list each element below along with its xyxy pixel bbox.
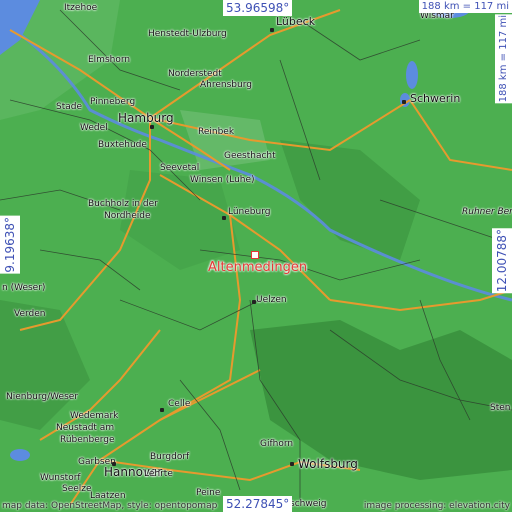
city-label: schweig bbox=[290, 499, 327, 509]
place-label: Altenmedingen bbox=[208, 260, 308, 275]
city-label: Peine bbox=[196, 488, 221, 498]
city-label: Gifhorn bbox=[260, 439, 294, 449]
latitude-bottom-label: 52.27845° bbox=[223, 496, 293, 512]
city-label: Uelzen bbox=[256, 295, 287, 305]
city-dot bbox=[290, 462, 294, 466]
city-label: Ahrensburg bbox=[200, 80, 252, 90]
city-label: Seevetal bbox=[160, 163, 200, 173]
city-label: Buchholz in der bbox=[88, 199, 158, 209]
city-label: Rübenberge bbox=[60, 435, 115, 445]
city-label: Wismar bbox=[420, 11, 454, 21]
city-dot bbox=[270, 28, 274, 32]
city-label: Winsen (Luhe) bbox=[190, 175, 255, 185]
city-dot bbox=[402, 100, 406, 104]
city-label: Nordheide bbox=[104, 211, 151, 221]
image-attribution: image processing: elevation.city bbox=[363, 501, 510, 511]
scale-vertical-label: 188 km = 117 mi bbox=[495, 14, 512, 104]
city-label: n (Weser) bbox=[2, 283, 46, 293]
city-label: Wolfsburg bbox=[298, 457, 358, 471]
city-label: Norderstedt bbox=[168, 69, 222, 79]
city-label: Stade bbox=[56, 102, 83, 112]
city-label: Wunstorf bbox=[40, 473, 81, 483]
city-dot bbox=[252, 300, 256, 304]
city-dot bbox=[112, 462, 116, 466]
city-label: Seelze bbox=[62, 484, 92, 494]
city-label: Celle bbox=[168, 399, 191, 409]
longitude-right-label: 12.00788° bbox=[492, 228, 512, 294]
scale-horizontal-label: 188 km = 117 mi bbox=[418, 0, 512, 13]
city-label: Reinbek bbox=[198, 127, 235, 137]
city-label: Lüneburg bbox=[228, 207, 271, 217]
terrain-map[interactable]: Itzehoe Henstedt-Ulzburg Henstedt-Ulzbur… bbox=[0, 0, 512, 512]
map-attribution: map data: OpenStreetMap, style: opentopo… bbox=[2, 501, 218, 511]
city-label: Buxtehude bbox=[98, 140, 147, 150]
city-label: Hamburg bbox=[118, 111, 174, 125]
city-label: Pinneberg bbox=[90, 97, 136, 107]
city-label: Sten bbox=[490, 403, 511, 413]
city-dot bbox=[150, 125, 154, 129]
city-label: Schwerin bbox=[410, 92, 461, 105]
location-marker-icon[interactable] bbox=[251, 251, 259, 259]
city-label: Wedemark bbox=[70, 411, 119, 421]
city-label: Elmshorn bbox=[88, 55, 131, 65]
city-label: Nienburg/Weser bbox=[6, 392, 79, 402]
city-label: Lübeck bbox=[276, 15, 316, 28]
city-label: Verden bbox=[14, 309, 46, 319]
city-label: Itzehoe bbox=[64, 3, 98, 13]
city-label: Geesthacht bbox=[224, 151, 276, 161]
city-label: Lehrte bbox=[144, 469, 173, 479]
city-label: Henstedt-Ulzburg bbox=[148, 29, 227, 39]
city-label: Burgdorf bbox=[150, 452, 190, 462]
city-label: Neustadt am bbox=[56, 423, 115, 433]
longitude-left-label: 9.19638° bbox=[0, 216, 20, 274]
city-dot bbox=[160, 408, 164, 412]
latitude-top-label: 53.96598° bbox=[223, 0, 293, 16]
city-label: Wedel bbox=[80, 123, 108, 133]
city-label: Laatzen bbox=[90, 491, 126, 501]
city-dot bbox=[222, 216, 226, 220]
peak-label: Ruhner Berge bbox=[462, 207, 512, 217]
